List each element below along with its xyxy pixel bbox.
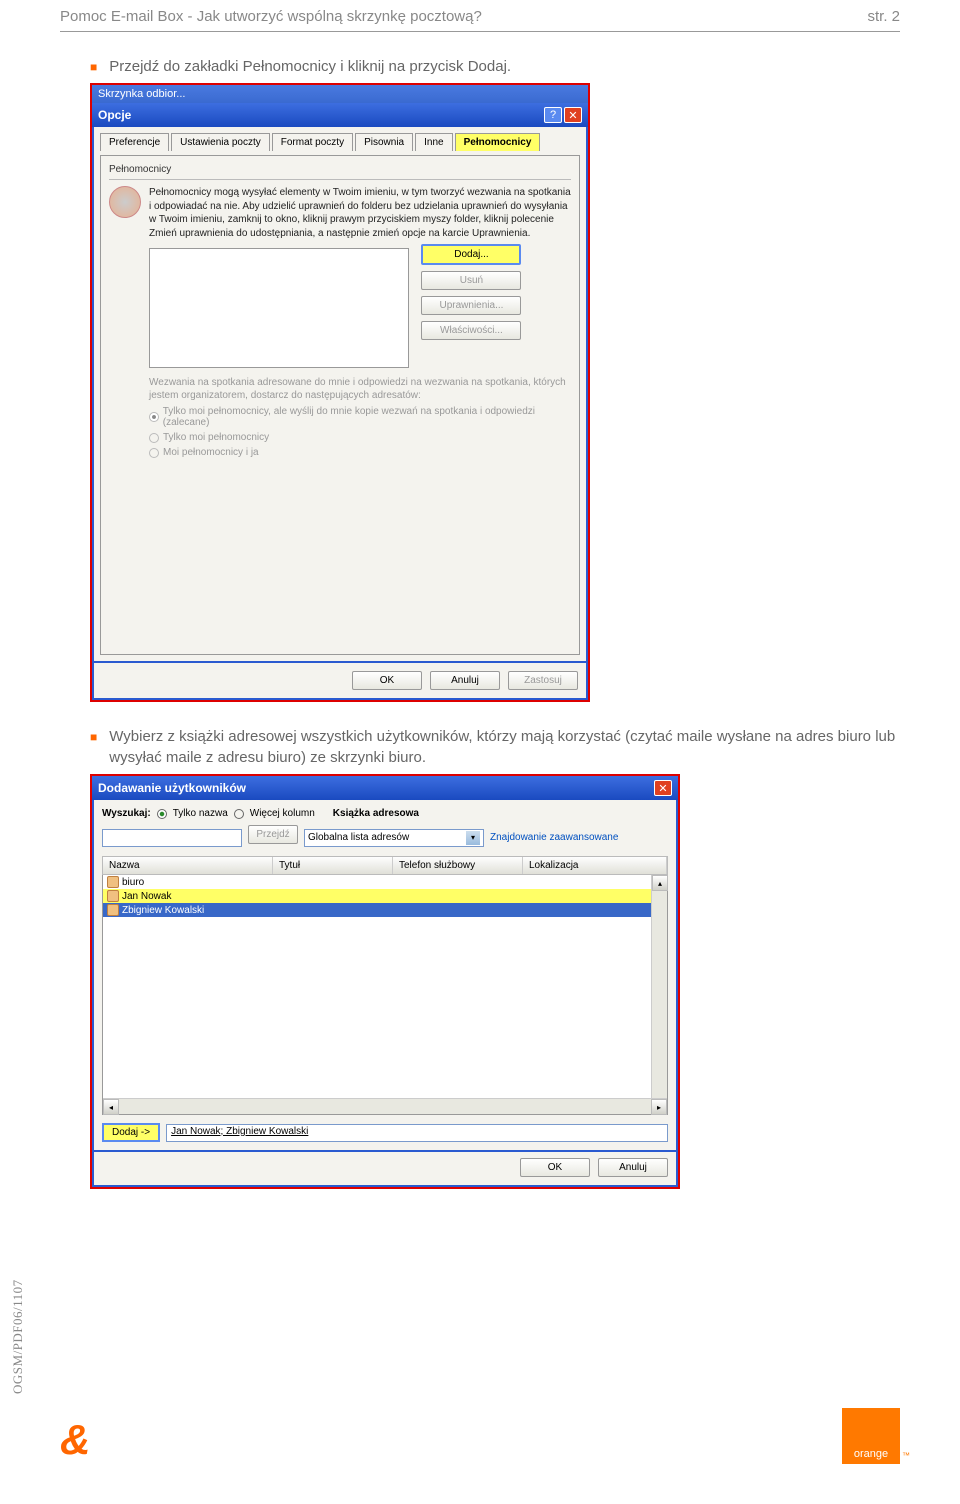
search-label: Wyszukaj: <box>102 808 151 819</box>
search-input[interactable] <box>102 829 242 847</box>
addressbook-label: Książka adresowa <box>333 808 419 819</box>
delegates-icon <box>109 186 141 218</box>
properties-button[interactable]: Właściwości... <box>421 321 521 340</box>
user-icon <box>107 876 119 888</box>
permissions-button[interactable]: Uprawnienia... <box>421 296 521 315</box>
scrollbar-vertical[interactable]: ▴ <box>651 875 667 1098</box>
item-label: Jan Nowak <box>122 891 171 902</box>
scroll-left-icon[interactable]: ◂ <box>103 1099 119 1115</box>
user-icon <box>107 904 119 916</box>
tab-format-poczty[interactable]: Format poczty <box>272 133 353 151</box>
radio-more-label: Więcej kolumn <box>250 808 315 819</box>
tab-pisownia[interactable]: Pisownia <box>355 133 413 151</box>
radio-1-label: Tylko moi pełnomocnicy, ale wyślij do mn… <box>163 406 571 428</box>
radio-3[interactable] <box>149 448 159 458</box>
radio-more-cols[interactable] <box>234 809 244 819</box>
delegates-listbox[interactable] <box>149 248 409 368</box>
partial-window-title: Skrzynka odbior... <box>92 85 588 103</box>
col-title[interactable]: Tytuł <box>273 857 393 874</box>
selected-users-field[interactable]: Jan Nowak; Zbigniew Kowalski <box>166 1124 668 1142</box>
item-label: Zbigniew Kowalski <box>122 905 204 916</box>
titlebar: Dodawanie użytkowników ✕ <box>92 776 678 800</box>
page-number: str. 2 <box>867 8 900 25</box>
scrollbar-horizontal[interactable]: ◂ ▸ <box>103 1098 667 1114</box>
dialog-title: Opcje <box>98 108 131 122</box>
radio-1[interactable] <box>149 412 159 422</box>
radio-2-label: Tylko moi pełnomocnicy <box>163 432 269 443</box>
dialog-title: Dodawanie użytkowników <box>98 781 246 795</box>
go-button[interactable]: Przejdź <box>248 825 298 844</box>
users-list[interactable]: biuro Jan Nowak Zbigniew Kowalski ▴ ◂ ▸ <box>102 875 668 1115</box>
remove-button[interactable]: Usuń <box>421 271 521 290</box>
screenshot-opcje: Skrzynka odbior... Opcje ? ✕ Preferencje… <box>90 83 590 702</box>
radio-name-only[interactable] <box>157 809 167 819</box>
ok-button[interactable]: OK <box>352 671 422 690</box>
doc-title: Pomoc E-mail Box - Jak utworzyć wspólną … <box>60 8 482 25</box>
apply-button[interactable]: Zastosuj <box>508 671 578 690</box>
add-button[interactable]: Dodaj... <box>421 244 521 265</box>
scroll-right-icon[interactable]: ▸ <box>651 1099 667 1115</box>
col-name[interactable]: Nazwa <box>103 857 273 874</box>
list-item[interactable]: biuro <box>103 875 667 889</box>
item-label: biuro <box>122 877 144 888</box>
list-item[interactable]: Jan Nowak <box>103 889 667 903</box>
col-phone[interactable]: Telefon służbowy <box>393 857 523 874</box>
orange-logo: orange <box>842 1408 900 1464</box>
combo-value: Globalna lista adresów <box>308 832 409 843</box>
titlebar: Opcje ? ✕ <box>92 103 588 127</box>
help-button[interactable]: ? <box>544 107 562 123</box>
delivery-note: Wezwania na spotkania adresowane do mnie… <box>149 376 571 402</box>
chevron-down-icon: ▾ <box>466 831 480 845</box>
add-to-button[interactable]: Dodaj -> <box>102 1123 160 1142</box>
tab-ustawienia-poczty[interactable]: Ustawienia poczty <box>171 133 270 151</box>
ok-button[interactable]: OK <box>520 1158 590 1177</box>
radio-2[interactable] <box>149 433 159 443</box>
list-header: Nazwa Tytuł Telefon służbowy Lokalizacja <box>102 856 668 875</box>
close-button[interactable]: ✕ <box>654 780 672 796</box>
cancel-button[interactable]: Anuluj <box>598 1158 668 1177</box>
tab-pelnomocnicy[interactable]: Pełnomocnicy <box>455 133 541 151</box>
radio-3-label: Moi pełnomocnicy i ja <box>163 447 259 458</box>
scroll-up-icon[interactable]: ▴ <box>652 875 668 891</box>
bullet-icon: ■ <box>90 730 97 768</box>
tab-preferencje[interactable]: Preferencje <box>100 133 169 151</box>
delegates-description: Pełnomocnicy mogą wysyłać elementy w Two… <box>149 186 571 240</box>
screenshot-dodawanie: Dodawanie użytkowników ✕ Wyszukaj: Tylko… <box>90 774 680 1189</box>
fieldset-label: Pełnomocnicy <box>109 164 571 175</box>
bullet-icon: ■ <box>90 60 97 77</box>
doc-code: OGSM/PDF06/1107 <box>10 1279 26 1394</box>
col-location[interactable]: Lokalizacja <box>523 857 667 874</box>
cancel-button[interactable]: Anuluj <box>430 671 500 690</box>
step1-text: Przejdź do zakładki Pełnomocnicy i klikn… <box>109 56 511 77</box>
radio-name-label: Tylko nazwa <box>173 808 228 819</box>
tab-inne[interactable]: Inne <box>415 133 452 151</box>
ampersand-logo: & <box>60 1416 90 1464</box>
close-button[interactable]: ✕ <box>564 107 582 123</box>
advanced-search-link[interactable]: Znajdowanie zaawansowane <box>490 832 618 843</box>
user-icon <box>107 890 119 902</box>
list-item[interactable]: Zbigniew Kowalski <box>103 903 667 917</box>
addressbook-combo[interactable]: Globalna lista adresów ▾ <box>304 829 484 847</box>
step2-text: Wybierz z książki adresowej wszystkich u… <box>109 726 900 768</box>
